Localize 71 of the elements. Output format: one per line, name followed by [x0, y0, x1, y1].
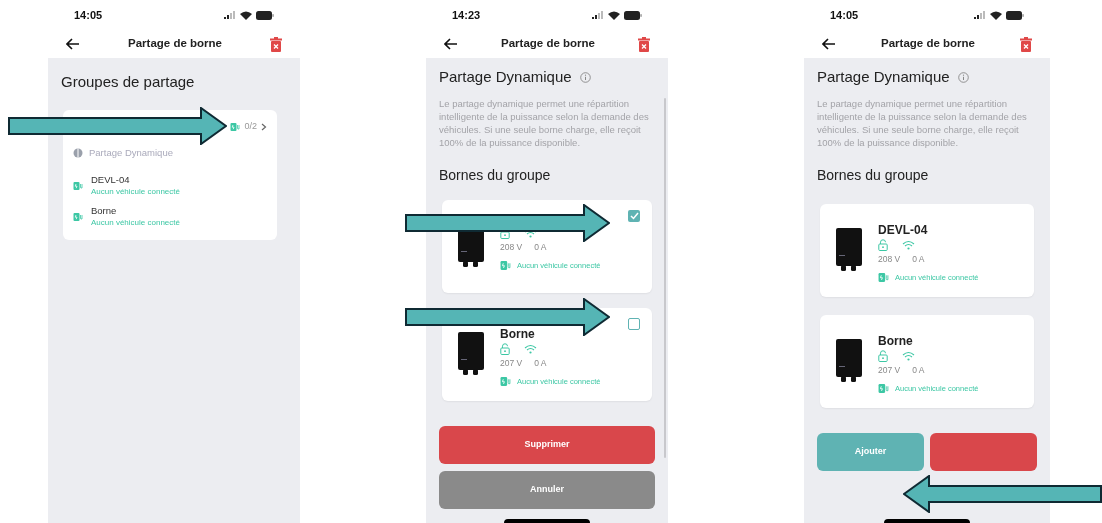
station-checkbox[interactable] [628, 209, 640, 222]
status-time: 14:05 [74, 7, 103, 23]
battery-icon [624, 10, 642, 20]
wifi-icon [240, 10, 252, 20]
section-heading: Partage Dynamique [439, 67, 572, 87]
charger-icon [878, 382, 889, 394]
screen-title: Partage de borne [128, 36, 222, 52]
charger-icon [500, 375, 511, 387]
signal-icon [592, 11, 604, 19]
charger-icon [878, 271, 889, 283]
description-text: Le partage dynamique permet une répartition intelligente de la puissance selon la demande des véhicules. Si une seule borne charge, elle reçoit 100% de la puissance disponible. [439, 96, 650, 149]
charger-icon [73, 211, 83, 222]
section-heading: Bornes du groupe [817, 165, 930, 185]
screen-title: Partage de borne [881, 36, 975, 52]
charger-icon [500, 259, 511, 271]
station-name: DEVL-04 [878, 223, 929, 237]
pie-chart-icon [73, 148, 83, 159]
battery-icon [1006, 10, 1024, 20]
delete-icon[interactable] [1020, 36, 1032, 52]
delete-icon[interactable] [638, 36, 650, 52]
connection-status: Aucun véhicule connecté [91, 217, 180, 229]
voltage-reading: 207 V [500, 357, 523, 370]
info-icon[interactable] [957, 71, 969, 83]
station-name: Borne [91, 205, 118, 218]
voltage-reading: 208 V [878, 253, 901, 266]
action-button[interactable] [930, 432, 1037, 471]
action-button[interactable]: Annuler [439, 470, 655, 509]
station-checkbox[interactable] [628, 317, 640, 330]
chevron-right-icon [261, 123, 267, 131]
wifi-icon [902, 240, 915, 250]
status-time: 14:23 [452, 7, 481, 23]
current-reading: 0 A [534, 241, 547, 254]
charger-icon [230, 122, 241, 132]
screen-title: Partage de borne [501, 36, 595, 52]
delete-icon[interactable] [270, 36, 282, 52]
status-time: 14:05 [830, 7, 859, 23]
signal-icon [974, 11, 986, 19]
section-heading: Bornes du groupe [439, 165, 552, 185]
info-icon[interactable] [579, 71, 591, 83]
charger-icon [73, 180, 83, 191]
sharing-mode: Partage Dynamique [89, 146, 173, 160]
section-heading: Partage Dynamique [817, 67, 950, 87]
section-heading: Groupes de partage [61, 73, 195, 90]
voltage-reading: 207 V [878, 364, 901, 377]
lock-icon [878, 350, 888, 362]
wifi-icon [990, 10, 1002, 20]
back-arrow-icon[interactable] [444, 38, 458, 50]
current-reading: 0 A [912, 253, 925, 266]
action-button[interactable]: Supprimer [439, 425, 655, 464]
lock-icon [878, 239, 888, 251]
wifi-icon [608, 10, 620, 20]
charger-drawing [836, 339, 862, 383]
wifi-icon [524, 344, 537, 354]
voltage-reading: 208 V [500, 241, 523, 254]
lock-icon [500, 343, 510, 355]
back-arrow-icon[interactable] [822, 38, 836, 50]
connection-status: Aucun véhicule connecté [91, 186, 180, 198]
charger-drawing [458, 332, 484, 376]
station-name: Borne [878, 334, 914, 348]
current-reading: 0 A [912, 364, 925, 377]
current-reading: 0 A [534, 357, 547, 370]
action-button[interactable]: Ajouter [817, 432, 924, 471]
battery-icon [256, 10, 274, 20]
station-name: DEVL-04 [91, 174, 131, 187]
charger-drawing [836, 228, 862, 272]
description-text: Le partage dynamique permet une répartition intelligente de la puissance selon la demande des véhicules. Si une seule borne charge, elle reçoit 100% de la puissance disponible. [817, 96, 1028, 149]
station-name: Borne [500, 327, 536, 341]
wifi-icon [902, 351, 915, 361]
signal-icon [224, 11, 236, 19]
back-arrow-icon[interactable] [66, 38, 80, 50]
station-count: 0/2 [244, 120, 257, 134]
